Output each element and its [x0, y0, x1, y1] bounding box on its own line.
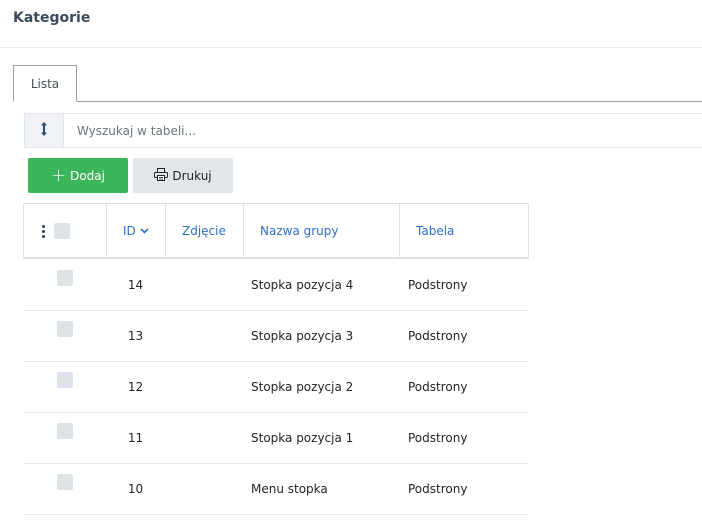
print-button-label: Drukuj — [172, 168, 212, 183]
table-row[interactable]: 11 Stopka pozycja 1 Podstrony — [23, 413, 529, 464]
header-select-cell — [24, 204, 107, 258]
page-header: Kategorie — [0, 0, 702, 48]
row-table: Podstrony — [408, 482, 468, 496]
plus-icon: + — [51, 164, 67, 186]
row-table: Podstrony — [408, 380, 468, 394]
row-select-cell — [57, 355, 73, 405]
table-header: ID Zdjęcie Nazwa grupy Tabela — [23, 203, 529, 259]
row-table: Podstrony — [408, 431, 468, 445]
row-id: 13 — [127, 329, 144, 343]
table-row[interactable]: 14 Stopka pozycja 4 Podstrony — [23, 260, 529, 311]
column-header-table[interactable]: Tabela — [400, 204, 529, 258]
row-select-cell — [57, 406, 73, 456]
tabs-divider — [13, 101, 702, 102]
chevron-down-icon — [140, 228, 149, 234]
tab-lista[interactable]: Lista — [13, 65, 77, 102]
row-name: Menu stopka — [251, 482, 328, 496]
column-header-name[interactable]: Nazwa grupy — [244, 204, 400, 258]
row-checkbox[interactable] — [57, 270, 73, 286]
table-row[interactable]: 10 Menu stopka Podstrony — [23, 464, 529, 515]
page-title: Kategorie — [13, 10, 91, 26]
row-id: 11 — [127, 431, 144, 445]
row-name: Stopka pozycja 2 — [251, 380, 354, 394]
vertical-arrows-icon — [39, 121, 49, 141]
search-input[interactable] — [65, 114, 702, 147]
row-select-cell — [57, 457, 73, 507]
row-checkbox[interactable] — [57, 321, 73, 337]
row-id: 14 — [127, 278, 144, 292]
row-checkbox[interactable] — [57, 423, 73, 439]
column-header-photo[interactable]: Zdjęcie — [166, 204, 244, 258]
row-name: Stopka pozycja 1 — [251, 431, 354, 445]
row-name: Stopka pozycja 4 — [251, 278, 354, 292]
add-button[interactable]: + Dodaj — [28, 158, 128, 193]
row-select-cell — [57, 304, 73, 354]
row-table: Podstrony — [408, 329, 468, 343]
printer-icon — [154, 167, 169, 184]
table-row[interactable]: 13 Stopka pozycja 3 Podstrony — [23, 311, 529, 362]
search-bar — [24, 113, 702, 148]
more-options-icon[interactable] — [42, 224, 45, 238]
column-header-id-label: ID — [123, 224, 136, 238]
row-table: Podstrony — [408, 278, 468, 292]
row-name: Stopka pozycja 3 — [251, 329, 354, 343]
row-select-cell — [57, 253, 73, 303]
table-row[interactable]: 12 Stopka pozycja 2 Podstrony — [23, 362, 529, 413]
row-checkbox[interactable] — [57, 474, 73, 490]
add-button-label: Dodaj — [70, 168, 105, 183]
print-button[interactable]: Drukuj — [133, 158, 233, 193]
row-id: 12 — [127, 380, 144, 394]
row-id: 10 — [127, 482, 144, 496]
sort-toggle-button[interactable] — [25, 114, 64, 147]
row-checkbox[interactable] — [57, 372, 73, 388]
select-all-checkbox[interactable] — [54, 223, 70, 239]
column-header-id[interactable]: ID — [107, 204, 166, 258]
